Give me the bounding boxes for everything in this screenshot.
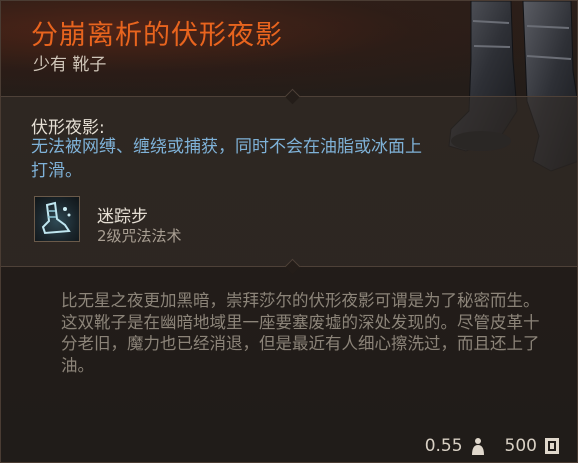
item-name: 分崩离析的伏形夜影 xyxy=(31,20,283,51)
footer-stats: 0.55 500 xyxy=(425,434,561,458)
lore-text: 比无星之夜更加黑暗，崇拜莎尔的伏形夜影可谓是为了秘密而生。 这双靴子是在幽暗地域… xyxy=(61,290,541,376)
lore-paragraph: 比无星之夜更加黑暗，崇拜莎尔的伏形夜影可谓是为了秘密而生。 xyxy=(61,291,540,310)
item-tooltip: 分崩离析的伏形夜影 少有 靴子 伏形夜影: 无法被网缚、缠绕或捕获，同时不会在油… xyxy=(0,0,578,463)
item-rarity-type: 少有 靴子 xyxy=(33,55,107,75)
property-description: 无法被网缚、缠绕或捕获，同时不会在油脂或冰面上打滑。 xyxy=(31,137,422,181)
gold-value: 500 xyxy=(504,436,537,456)
spell-level: 2级咒法法术 xyxy=(97,227,182,245)
weight-value: 0.55 xyxy=(424,436,463,456)
gold-icon xyxy=(545,438,559,454)
lore-paragraph: 这双靴子是在幽暗地域里一座要塞废墟的深处发现的。尽管皮革十分老旧，魔力也已经消退… xyxy=(61,312,540,375)
spell-name: 迷踪步 xyxy=(97,207,148,227)
weight-icon xyxy=(471,438,484,455)
footstep-spell-icon[interactable] xyxy=(34,196,80,242)
